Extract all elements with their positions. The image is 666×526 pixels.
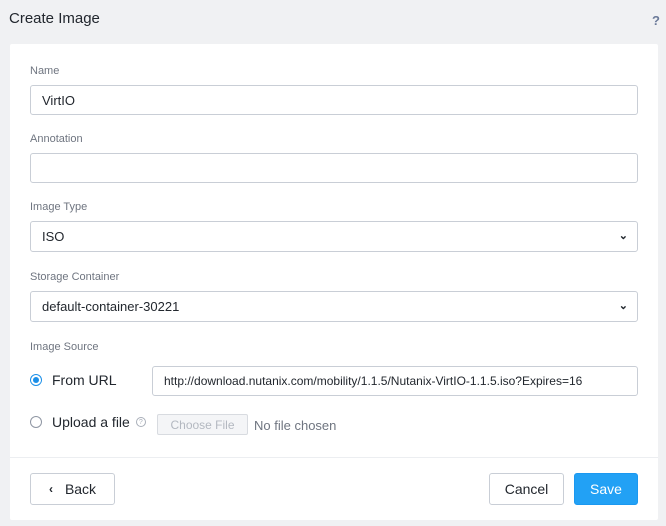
upload-file-radio[interactable] xyxy=(30,416,42,428)
no-file-text: No file chosen xyxy=(254,418,337,433)
chevron-down-icon: ⌄ xyxy=(618,230,628,242)
storage-container-label: Storage Container xyxy=(30,271,120,283)
image-source-label: Image Source xyxy=(30,341,99,353)
dialog-header: Create Image ? xyxy=(0,0,666,44)
storage-container-select[interactable]: default-container-30221 ⌄ xyxy=(30,291,638,322)
upload-file-option[interactable]: Upload a file ? xyxy=(30,412,146,432)
name-label: Name xyxy=(30,65,60,77)
upload-file-label[interactable]: Upload a file xyxy=(52,414,130,430)
chevron-left-icon: ‹ xyxy=(48,482,53,496)
back-button[interactable]: ‹ Back xyxy=(30,473,115,505)
form-panel: Name Annotation Image Type ISO ⌄ Storage… xyxy=(10,44,658,520)
from-url-option[interactable]: From URL xyxy=(30,370,117,390)
info-icon[interactable]: ? xyxy=(135,417,146,427)
chevron-down-icon: ⌄ xyxy=(618,300,628,312)
name-field[interactable] xyxy=(30,85,638,115)
cancel-button[interactable]: Cancel xyxy=(489,473,564,505)
save-button-label: Save xyxy=(590,481,622,497)
annotation-field[interactable] xyxy=(30,153,638,183)
url-field[interactable] xyxy=(152,366,638,396)
from-url-label[interactable]: From URL xyxy=(52,372,117,388)
image-type-select[interactable]: ISO ⌄ xyxy=(30,221,638,252)
image-type-value: ISO xyxy=(42,229,65,244)
annotation-label: Annotation xyxy=(30,133,83,145)
help-icon[interactable]: ? xyxy=(652,13,660,28)
storage-container-value: default-container-30221 xyxy=(42,299,180,314)
cancel-button-label: Cancel xyxy=(504,481,549,497)
from-url-radio[interactable] xyxy=(30,374,42,386)
footer-divider xyxy=(10,457,658,458)
back-button-label: Back xyxy=(64,481,97,497)
image-type-label: Image Type xyxy=(30,201,88,213)
dialog-title: Create Image xyxy=(9,10,100,27)
save-button[interactable]: Save xyxy=(574,473,638,505)
choose-file-button[interactable]: Choose File xyxy=(157,414,248,435)
